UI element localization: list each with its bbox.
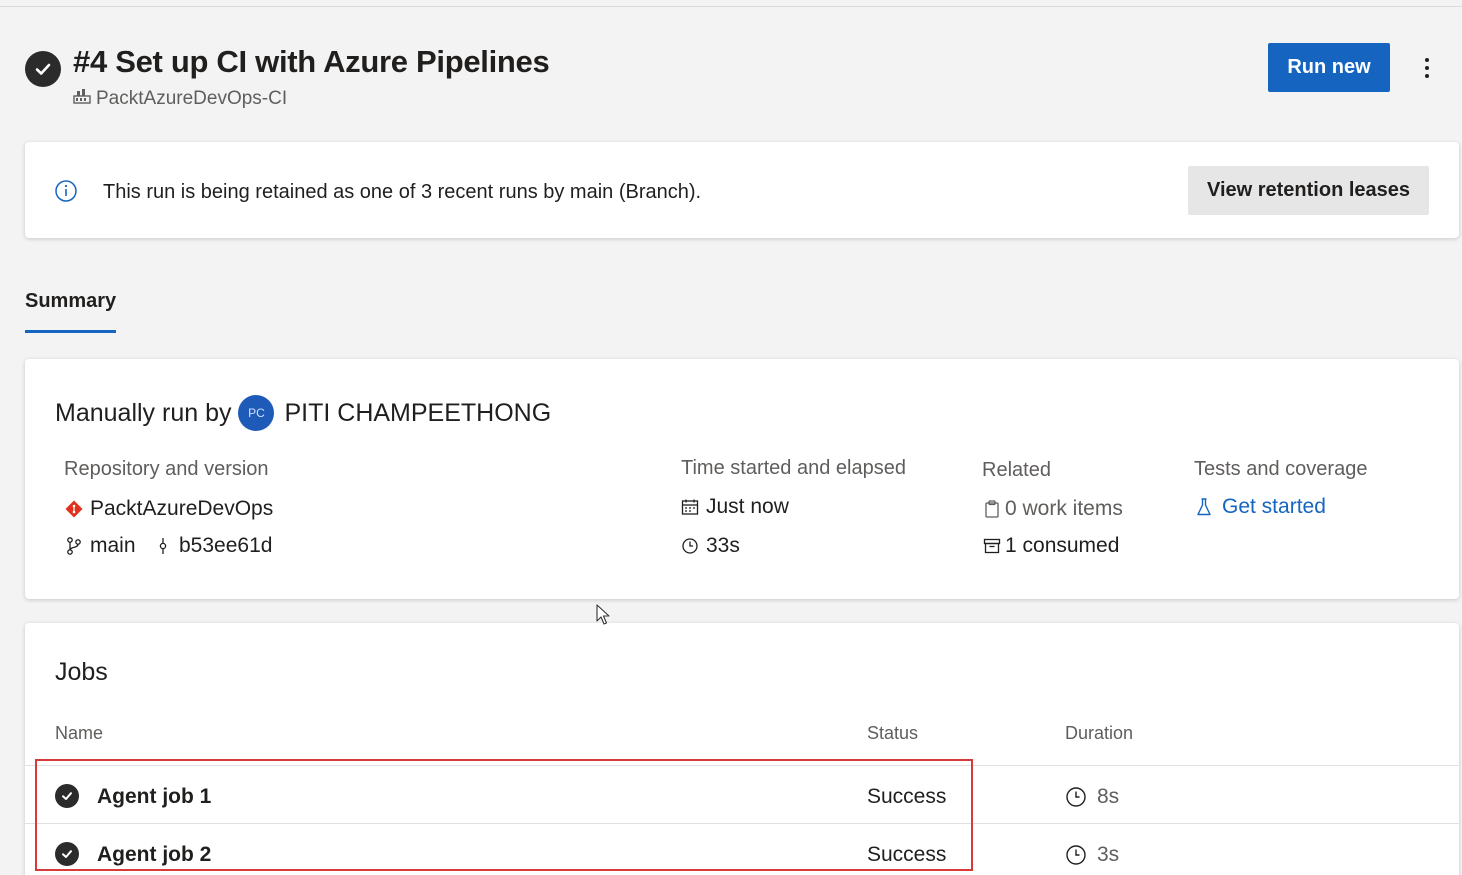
tab-selected-indicator bbox=[25, 330, 116, 333]
duration-value: 3s bbox=[1097, 843, 1120, 866]
repository-column: Repository and version bbox=[64, 458, 269, 481]
job-duration: 3s bbox=[1065, 843, 1119, 867]
more-vertical-icon bbox=[1425, 58, 1429, 78]
run-by-line: Manually run by PC PITI CHAMPEETHONG bbox=[55, 395, 551, 431]
avatar[interactable]: PC bbox=[238, 395, 275, 431]
repository-label: Repository and version bbox=[64, 458, 269, 480]
table-row[interactable]: Agent job 1 Success 8s bbox=[25, 765, 1459, 823]
git-repo-icon bbox=[64, 499, 84, 519]
commit-id: b53ee61d bbox=[179, 534, 273, 557]
related-column: Related bbox=[982, 459, 1051, 482]
success-check-icon bbox=[55, 842, 79, 866]
jobs-title: Jobs bbox=[55, 658, 108, 686]
tab-summary[interactable]: Summary bbox=[25, 290, 116, 313]
pipeline-icon bbox=[73, 88, 91, 110]
branch-link[interactable]: main bbox=[64, 534, 136, 558]
column-header-name: Name bbox=[55, 723, 104, 743]
info-icon bbox=[54, 179, 78, 203]
repo-link[interactable]: PacktAzureDevOps bbox=[64, 497, 273, 521]
mouse-cursor-icon bbox=[596, 604, 610, 631]
commit-icon bbox=[153, 536, 173, 556]
column-header-status: Status bbox=[867, 723, 919, 743]
flask-icon bbox=[1194, 497, 1214, 517]
get-started-text: Get started bbox=[1222, 495, 1326, 518]
run-new-button[interactable]: Run new bbox=[1268, 43, 1390, 92]
calendar-icon bbox=[680, 497, 700, 517]
consumed-link[interactable]: 1 consumed bbox=[982, 534, 1119, 558]
work-items-value: 0 work items bbox=[1005, 497, 1123, 520]
jobs-card: Jobs Name Status Duration Agent job 1 Su… bbox=[25, 623, 1459, 875]
work-items-link[interactable]: 0 work items bbox=[982, 497, 1123, 521]
more-actions-button[interactable] bbox=[1412, 52, 1442, 84]
banner-message: This run is being retained as one of 3 r… bbox=[103, 181, 702, 203]
job-name: Agent job 1 bbox=[97, 785, 212, 808]
commit-link[interactable]: b53ee61d bbox=[153, 534, 272, 558]
get-started-link[interactable]: Get started bbox=[1194, 495, 1326, 519]
summary-card: Manually run by PC PITI CHAMPEETHONG Rep… bbox=[25, 359, 1459, 599]
clock-icon bbox=[680, 536, 700, 556]
user-name: PITI CHAMPEETHONG bbox=[284, 398, 552, 427]
clock-icon bbox=[1065, 844, 1087, 866]
run-success-icon bbox=[25, 51, 61, 87]
branch-icon bbox=[64, 536, 84, 556]
job-name: Agent job 2 bbox=[97, 843, 212, 866]
top-divider bbox=[0, 6, 1462, 7]
tests-label: Tests and coverage bbox=[1194, 458, 1368, 480]
table-row[interactable]: Agent job 2 Success 3s bbox=[25, 823, 1459, 875]
related-label: Related bbox=[982, 459, 1051, 481]
view-retention-leases-button[interactable]: View retention leases bbox=[1188, 166, 1429, 215]
page-title: #4 Set up CI with Azure Pipelines bbox=[73, 44, 550, 79]
clock-icon bbox=[1065, 786, 1087, 808]
branch-name: main bbox=[90, 534, 136, 557]
run-by-prefix: Manually run by bbox=[55, 398, 232, 427]
column-header-duration: Duration bbox=[1065, 723, 1134, 743]
time-elapsed: 33s bbox=[680, 534, 740, 558]
time-column: Time started and elapsed bbox=[681, 457, 906, 480]
success-check-icon bbox=[55, 784, 79, 808]
consumed-value: 1 consumed bbox=[1005, 534, 1120, 557]
tests-column: Tests and coverage bbox=[1194, 458, 1367, 481]
pipeline-link[interactable]: PacktAzureDevOps-CI bbox=[73, 88, 287, 110]
started-value: Just now bbox=[706, 495, 789, 518]
duration-value: 8s bbox=[1097, 785, 1120, 808]
clipboard-icon bbox=[982, 499, 1002, 519]
pipeline-name: PacktAzureDevOps-CI bbox=[96, 88, 288, 109]
artifact-icon bbox=[982, 536, 1002, 556]
time-label: Time started and elapsed bbox=[681, 457, 906, 479]
time-started: Just now bbox=[680, 495, 789, 519]
job-status: Success bbox=[867, 785, 947, 808]
elapsed-value: 33s bbox=[706, 534, 740, 557]
job-status: Success bbox=[867, 843, 947, 866]
job-duration: 8s bbox=[1065, 785, 1119, 809]
retention-banner: This run is being retained as one of 3 r… bbox=[25, 142, 1459, 238]
repo-name: PacktAzureDevOps bbox=[90, 497, 274, 520]
